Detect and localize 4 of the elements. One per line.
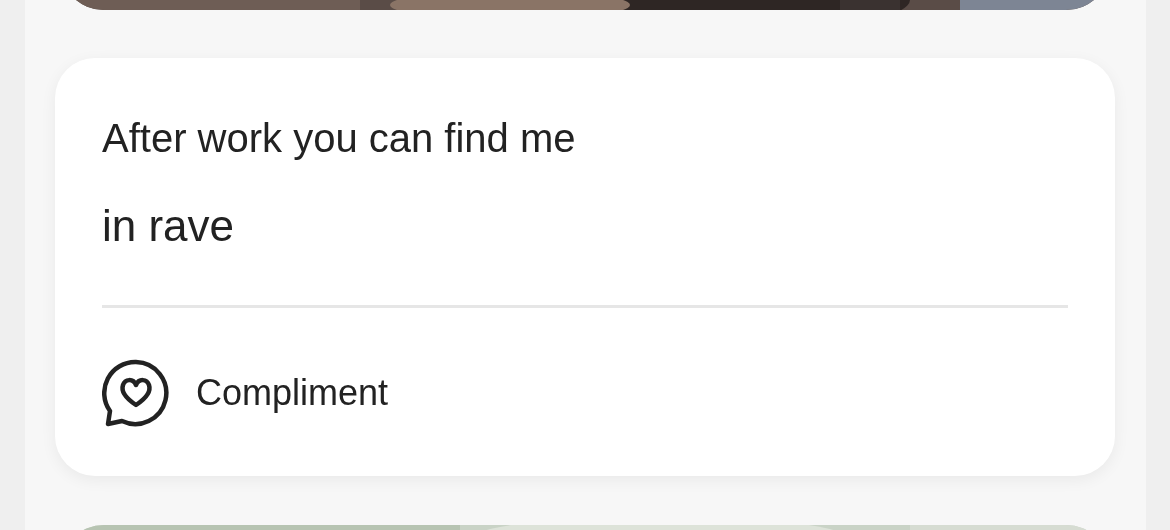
compliment-button[interactable]: Compliment <box>102 359 389 427</box>
prompt-answer: in rave <box>102 200 236 252</box>
prompt-question: After work you can find me <box>102 115 577 162</box>
heart-chat-icon <box>102 359 170 427</box>
